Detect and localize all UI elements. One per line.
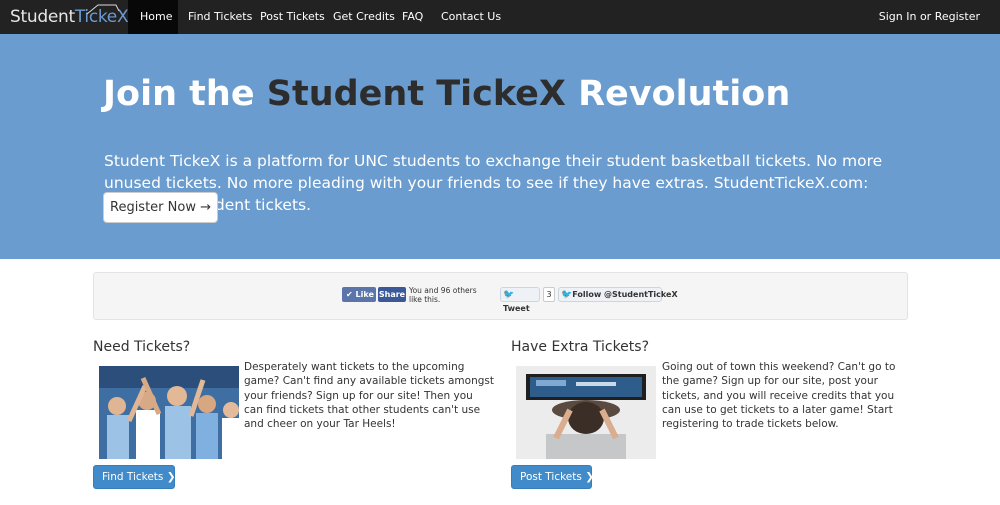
- facebook-like-button[interactable]: ✔ Like: [342, 287, 376, 302]
- nav-home[interactable]: Home: [128, 0, 178, 34]
- have-extra-tickets-text: Going out of town this weekend? Can't go…: [662, 361, 896, 431]
- register-now-button[interactable]: Register Now →: [103, 192, 218, 223]
- facebook-share-button[interactable]: Share: [378, 287, 406, 302]
- post-tickets-button[interactable]: Post Tickets ❯: [511, 465, 594, 489]
- twitter-follow-button[interactable]: 🐦Follow @StudentTickeX: [558, 287, 678, 302]
- chevron-right-icon: ❯: [585, 471, 594, 483]
- need-tickets-text: Desperately want tickets to the upcoming…: [244, 361, 494, 431]
- need-tickets-heading: Need Tickets?: [93, 339, 191, 355]
- facebook-like-count: You and 96 others like this.: [409, 286, 477, 304]
- hero-title: Join the Student TickeX Revolution: [103, 74, 791, 114]
- nav-contact-us[interactable]: Contact Us: [429, 0, 513, 34]
- fans-cheering-image: [99, 366, 239, 459]
- twitter-bird-icon: 🐦: [561, 290, 573, 300]
- have-extra-tickets-heading: Have Extra Tickets?: [511, 339, 650, 355]
- nav-sign-in[interactable]: Sign In or Register: [867, 0, 992, 34]
- person-watching-tv-image: [516, 366, 656, 459]
- social-share-bar: ✔ Like Share You and 96 others like this…: [93, 272, 908, 320]
- navbar: StudentTickeX Home Find Tickets Post Tic…: [0, 0, 1000, 34]
- chevron-right-icon: ❯: [166, 471, 176, 483]
- house-roof-icon: [86, 4, 120, 15]
- twitter-bird-icon: 🐦: [503, 290, 515, 300]
- tweet-count: 3: [543, 287, 555, 302]
- find-tickets-button[interactable]: Find Tickets ❯: [93, 465, 176, 489]
- hero-jumbotron: Join the Student TickeX Revolution Stude…: [0, 34, 1000, 259]
- tweet-button[interactable]: 🐦Tweet: [500, 287, 540, 313]
- hero-description: Student TickeX is a platform for UNC stu…: [104, 152, 883, 214]
